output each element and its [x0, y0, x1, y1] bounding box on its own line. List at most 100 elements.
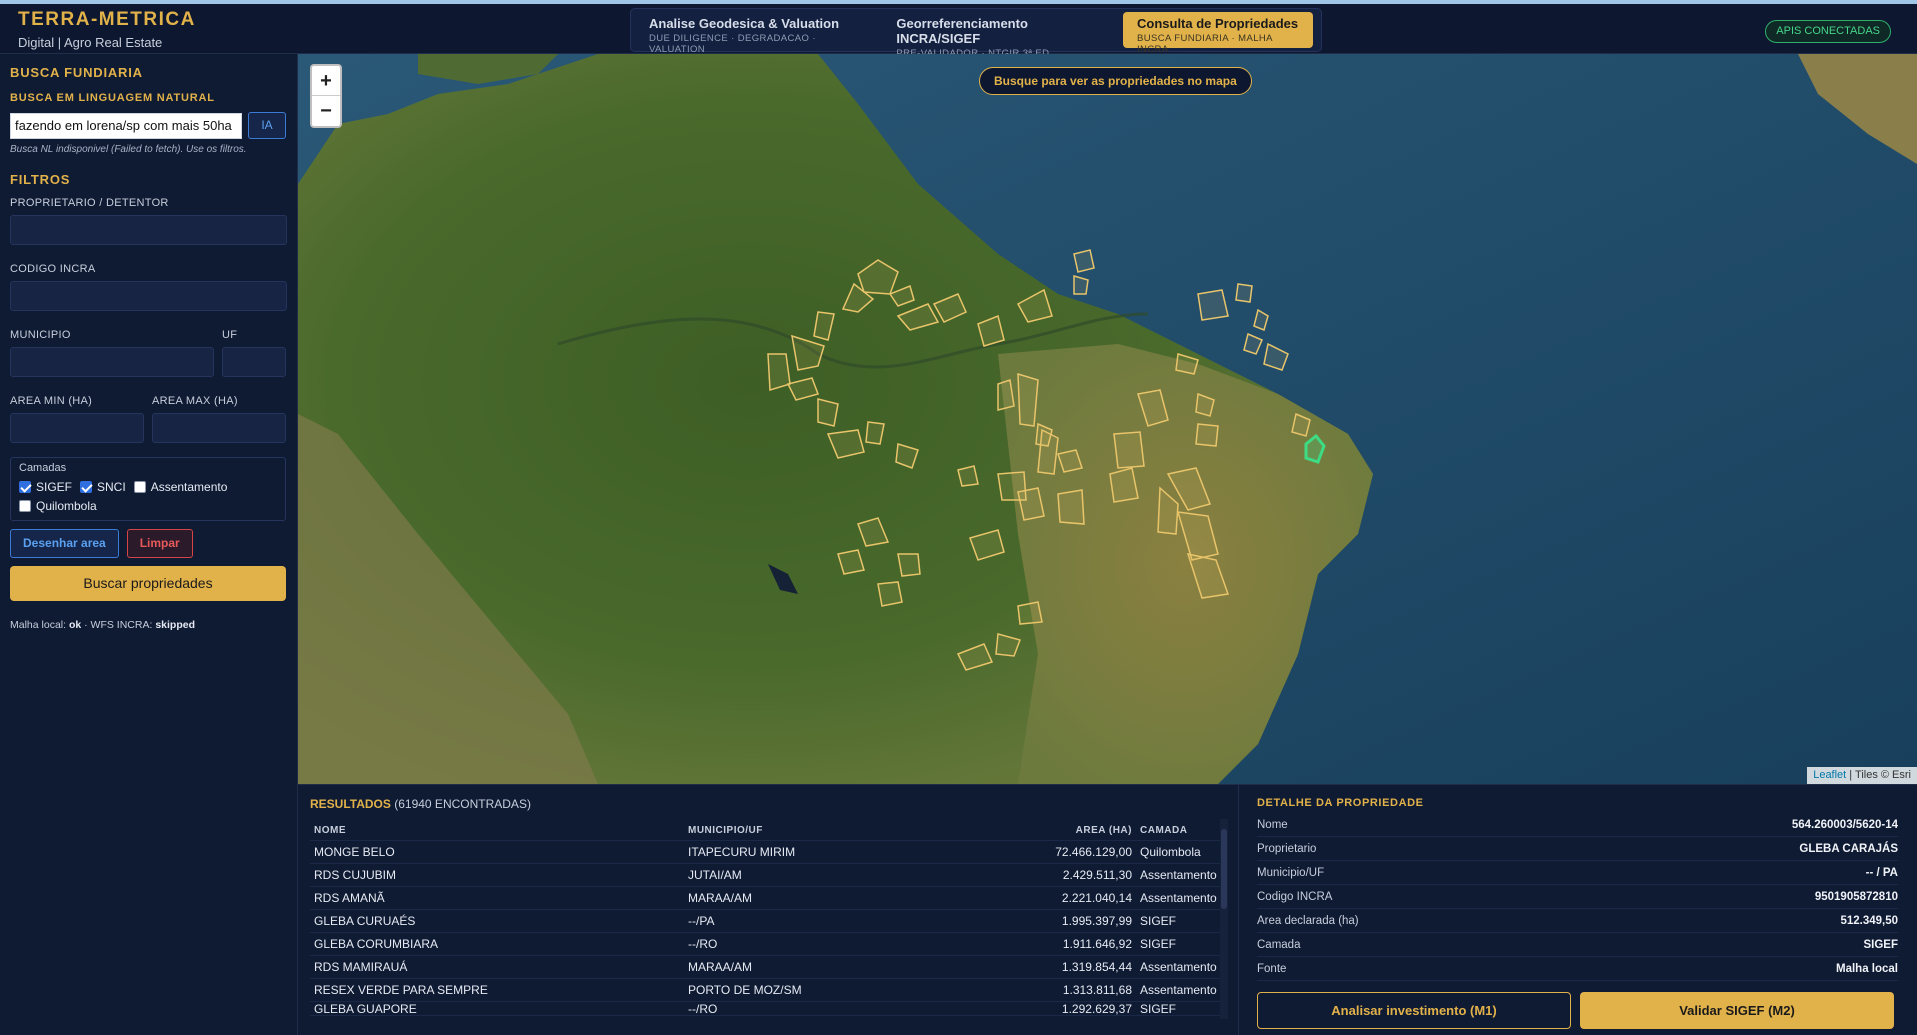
table-row[interactable]: GLEBA GUAPORE --/RO 1.292.629,37 SIGEF — [310, 1002, 1220, 1016]
tab-analise-geodesica[interactable]: Analise Geodesica & Valuation DUE DILIGE… — [635, 12, 878, 55]
search-properties-button[interactable]: Buscar propriedades — [10, 566, 286, 601]
parcel[interactable] — [957, 465, 979, 487]
ia-search-button[interactable]: IA — [248, 112, 286, 139]
cell-nome: RDS CUJUBIM — [314, 868, 397, 882]
detail-actions: Analisar investimento (M1) Validar SIGEF… — [1257, 992, 1898, 1029]
tab-title: Georreferenciamento INCRA/SIGEF — [896, 16, 1028, 46]
uf-input[interactable] — [222, 347, 286, 377]
detail-value: 564.260003/5620-14 — [1791, 818, 1898, 831]
results-count: (61940 ENCONTRADAS) — [394, 797, 531, 811]
tiles-attribution: | Tiles © Esri — [1849, 769, 1911, 781]
cell-nome: GLEBA CURUAÉS — [314, 914, 416, 928]
header-area[interactable]: AREA (HA) — [968, 825, 1140, 836]
tab-subtitle: BUSCA FUNDIARIA · MALHA INCRA — [1137, 33, 1273, 55]
detail-row-municipio: Municipio/UF -- / PA — [1257, 861, 1898, 885]
clear-button[interactable]: Limpar — [126, 529, 193, 558]
header-camada[interactable]: CAMADA — [1140, 825, 1220, 836]
parcel[interactable] — [877, 581, 903, 607]
incra-code-input[interactable] — [10, 281, 287, 311]
detail-row-camada: Camada SIGEF — [1257, 933, 1898, 957]
parcel[interactable] — [1017, 372, 1039, 427]
area-min-input[interactable] — [10, 413, 144, 443]
detail-key: Nome — [1257, 818, 1288, 831]
table-row[interactable]: RESEX VERDE PARA SEMPRE PORTO DE MOZ/SM 1.… — [310, 979, 1220, 1002]
table-row[interactable]: MONGE BELO ITAPECURU MIRIM 72.466.129,00 Qu… — [310, 841, 1220, 864]
parcel[interactable] — [1073, 249, 1095, 273]
zoom-control: + − — [310, 64, 342, 128]
parcel[interactable] — [1235, 283, 1253, 303]
cell-municipio: --/RO — [688, 1002, 718, 1016]
results-scrollbar[interactable] — [1220, 819, 1228, 1019]
nl-search-row: IA — [10, 112, 287, 139]
header-municipio[interactable]: MUNICIPIO/UF — [688, 825, 968, 836]
cell-area: 1.292.629,37 — [1061, 1002, 1132, 1016]
layer-assentamento-checkbox[interactable]: Assentamento — [133, 480, 227, 494]
table-row[interactable]: GLEBA CURUAÉS --/PA 1.995.397,99 SIGEF — [310, 910, 1220, 933]
parcel[interactable] — [1195, 423, 1219, 447]
table-row[interactable]: GLEBA CORUMBIARA --/RO 1.911.646,92 SIGEF — [310, 933, 1220, 956]
detail-row-nome: Nome 564.260003/5620-14 — [1257, 813, 1898, 837]
table-row[interactable]: RDS MAMIRAUÁ MARAA/AM 1.319.854,44 Assentam… — [310, 956, 1220, 979]
detail-key: Camada — [1257, 938, 1301, 951]
parcel[interactable] — [1017, 601, 1043, 625]
zoom-out-button[interactable]: − — [312, 96, 340, 126]
checkbox-box[interactable] — [133, 481, 146, 493]
tab-georreferenciamento[interactable]: Georreferenciamento INCRA/SIGEF PRE-VALI… — [882, 12, 1119, 59]
area-labels: AREA MIN (HA) AREA MAX (HA) — [10, 395, 287, 407]
parcel[interactable] — [817, 398, 839, 427]
parcel[interactable] — [1073, 275, 1089, 295]
nl-search-input[interactable] — [10, 112, 242, 139]
cell-nome: RDS MAMIRAUÁ — [314, 960, 408, 974]
layer-label: SNCI — [97, 480, 126, 494]
table-row[interactable]: RDS AMANÃ MARAA/AM 2.221.040,14 Assentament… — [310, 887, 1220, 910]
sidebar-title: BUSCA FUNDIARIA — [10, 65, 143, 80]
layer-snci-checkbox[interactable]: SNCI — [80, 480, 126, 494]
municipio-input[interactable] — [10, 347, 214, 377]
status-prefix: Malha local: — [10, 619, 67, 631]
scrollbar-thumb[interactable] — [1221, 829, 1227, 909]
cell-camada: Quilombola — [1140, 845, 1201, 859]
cell-municipio: MARAA/AM — [688, 960, 753, 974]
detail-value: -- / PA — [1865, 866, 1898, 879]
cell-area: 2.429.511,30 — [1062, 868, 1132, 882]
detail-key: Municipio/UF — [1257, 866, 1325, 879]
checkbox-box[interactable] — [19, 500, 31, 512]
parcel[interactable] — [865, 421, 885, 445]
cell-camada: Assentamento — [1140, 983, 1217, 997]
leaflet-link[interactable]: Leaflet — [1813, 769, 1846, 781]
draw-area-button[interactable]: Desenhar area — [10, 529, 119, 558]
municipio-uf-row — [10, 341, 287, 377]
layer-quilombola-checkbox[interactable]: Quilombola — [19, 499, 97, 513]
parcel[interactable] — [897, 553, 921, 577]
zoom-in-button[interactable]: + — [312, 66, 340, 96]
status-wfs-value: skipped — [155, 619, 195, 631]
analyze-investment-button[interactable]: Analisar investimento (M1) — [1257, 992, 1571, 1029]
layer-sigef-checkbox[interactable]: SIGEF — [19, 480, 72, 494]
map-attribution: Leaflet | Tiles © Esri — [1807, 767, 1917, 784]
results-panel: RESULTADOS (61940 ENCONTRADAS) NOME MUNI… — [298, 784, 1238, 1035]
parcel[interactable] — [1197, 289, 1229, 321]
tab-consulta-propriedades[interactable]: Consulta de Propriedades BUSCA FUNDIARIA… — [1123, 12, 1313, 55]
checkbox-box[interactable] — [80, 481, 93, 493]
uf-label: UF — [222, 329, 238, 341]
cell-municipio: JUTAI/AM — [688, 868, 742, 882]
status-local-value: ok — [68, 619, 82, 631]
cell-municipio: --/RO — [688, 937, 718, 951]
table-row[interactable]: RDS CUJUBIM JUTAI/AM 2.429.511,30 Assentame… — [310, 864, 1220, 887]
cell-camada: SIGEF — [1140, 1002, 1177, 1016]
area-max-input[interactable] — [152, 413, 286, 443]
cell-municipio: --/PA — [688, 914, 715, 928]
satellite-map[interactable]: + − Busque para ver as propriedades no m… — [298, 54, 1917, 784]
cell-nome: RDS AMANÃ — [314, 891, 385, 905]
owner-input[interactable] — [10, 215, 287, 245]
parcel[interactable] — [767, 353, 791, 391]
brand: TERRA-METRICA Digital | Agro Real Estate — [18, 9, 196, 50]
incra-code-label: CODIGO INCRA — [10, 263, 96, 275]
header-nome[interactable]: NOME — [310, 825, 688, 836]
layers-legend: Camadas — [19, 462, 67, 474]
checkbox-box[interactable] — [19, 481, 31, 493]
brand-title: TERRA-METRICA — [18, 9, 196, 30]
parcel[interactable] — [1113, 431, 1145, 469]
parcel[interactable] — [1057, 489, 1085, 525]
validate-sigef-button[interactable]: Validar SIGEF (M2) — [1580, 992, 1894, 1029]
